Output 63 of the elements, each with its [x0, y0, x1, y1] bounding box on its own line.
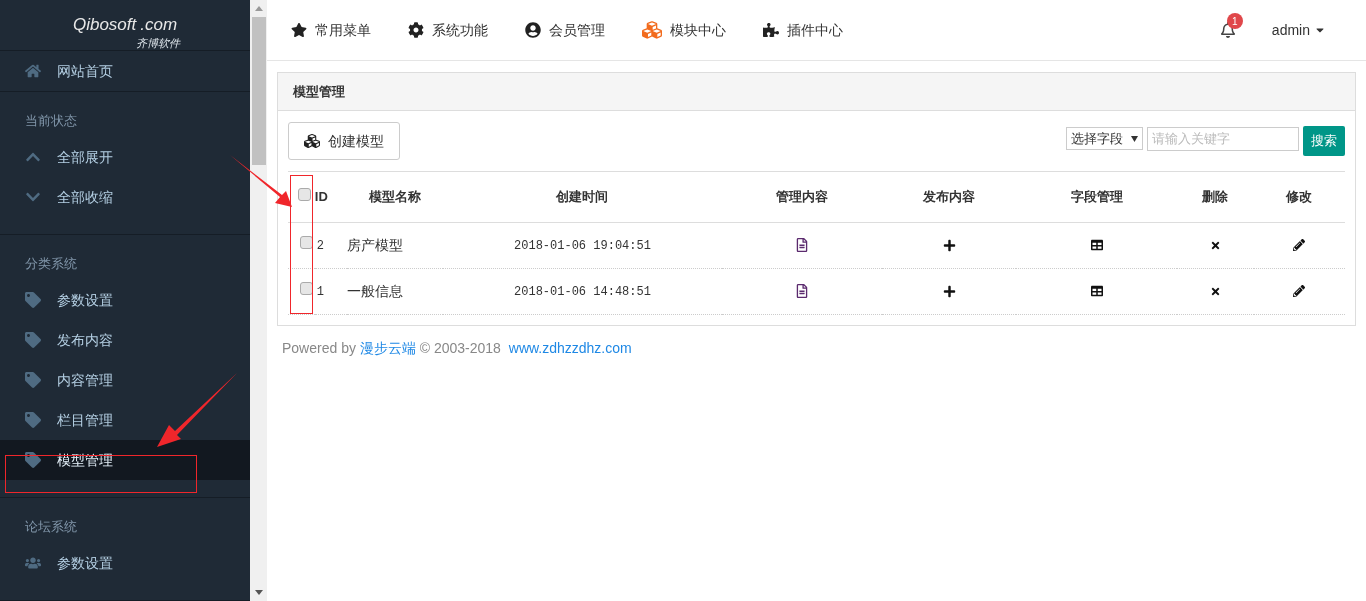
table-cell: 2018-01-06 14:48:51: [514, 285, 651, 299]
pencil-icon[interactable]: [1293, 239, 1306, 251]
notification-count: 1: [1226, 13, 1243, 29]
cubes-icon: [304, 133, 320, 149]
section-title: 论坛系统: [24, 518, 78, 537]
checkbox[interactable]: [298, 188, 311, 201]
table-cell: 房产模型: [346, 236, 403, 253]
cubes-icon: [642, 20, 662, 40]
star-icon: [291, 22, 307, 38]
home-icon: [25, 63, 41, 79]
nav-link[interactable]: 会员管理: [525, 19, 605, 41]
table-cell-text: 1: [315, 285, 324, 299]
section-title: 分类系统: [24, 255, 78, 274]
column-header: 修改: [1286, 189, 1313, 204]
plus-icon[interactable]: [942, 284, 956, 298]
scroll-down-icon[interactable]: [254, 590, 263, 595]
logo-tagline: 齐博软件: [136, 36, 180, 51]
logo-name: Qibosoft: [72, 14, 137, 37]
column-header: 发布内容: [923, 189, 976, 204]
nav-link[interactable]: 插件中心: [763, 19, 843, 41]
table-cell-text: 2: [315, 239, 324, 253]
footer-text: Powered by 漫步云端 © 2003-2018 www.zdhzzdhz.com: [281, 338, 633, 358]
user-icon: [525, 22, 541, 38]
users-icon: [25, 555, 41, 571]
plus-icon[interactable]: [942, 238, 956, 252]
tag-icon: [25, 372, 41, 388]
tag-icon: [25, 412, 41, 428]
scrollbar-thumb[interactable]: [251, 17, 266, 165]
search-button[interactable]: 搜索: [1303, 126, 1345, 156]
nav-link[interactable]: 系统功能: [408, 19, 488, 41]
scrollbar[interactable]: [250, 0, 267, 601]
section-title: 当前状态: [24, 112, 78, 131]
table-cell: 2018-01-06 19:04:51: [514, 239, 651, 253]
column-header: 创建时间: [556, 189, 609, 204]
tag-icon: [25, 292, 41, 308]
column-header: 字段管理: [1070, 189, 1123, 204]
field-select[interactable]: 选择字段: [1066, 127, 1143, 150]
column-header: 管理内容: [776, 189, 828, 204]
close-icon[interactable]: [1209, 285, 1221, 297]
panel-title: 模型管理: [293, 82, 345, 101]
column-header: 删除: [1202, 189, 1229, 204]
table-icon[interactable]: [1090, 285, 1103, 297]
column-header: ID: [314, 189, 328, 204]
table-icon[interactable]: [1090, 239, 1103, 251]
document-icon[interactable]: [796, 284, 808, 298]
nav-link[interactable]: 模块中心: [642, 19, 726, 41]
column-header: 模型名称: [369, 189, 422, 204]
user-menu[interactable]: admin: [1271, 19, 1326, 41]
close-icon[interactable]: [1209, 239, 1221, 251]
create-model-button[interactable]: 创建模型: [288, 122, 400, 160]
search-field[interactable]: 请输入关键字: [1147, 126, 1299, 151]
document-icon[interactable]: [796, 238, 808, 252]
dropdown-arrow-icon: [1131, 135, 1138, 142]
site-link[interactable]: www.zdhzzdhz.com: [508, 339, 632, 356]
footer-link[interactable]: 漫步云端: [359, 339, 416, 356]
puzzle-icon: [763, 22, 779, 38]
nav-link[interactable]: 常用菜单: [291, 19, 371, 41]
settings-icon: [408, 22, 424, 38]
pencil-icon[interactable]: [1293, 285, 1306, 297]
table-cell: 一般信息: [346, 282, 403, 299]
tag-icon: [25, 452, 41, 468]
tag-icon: [25, 332, 41, 348]
logo-suffix: .com: [140, 14, 178, 37]
